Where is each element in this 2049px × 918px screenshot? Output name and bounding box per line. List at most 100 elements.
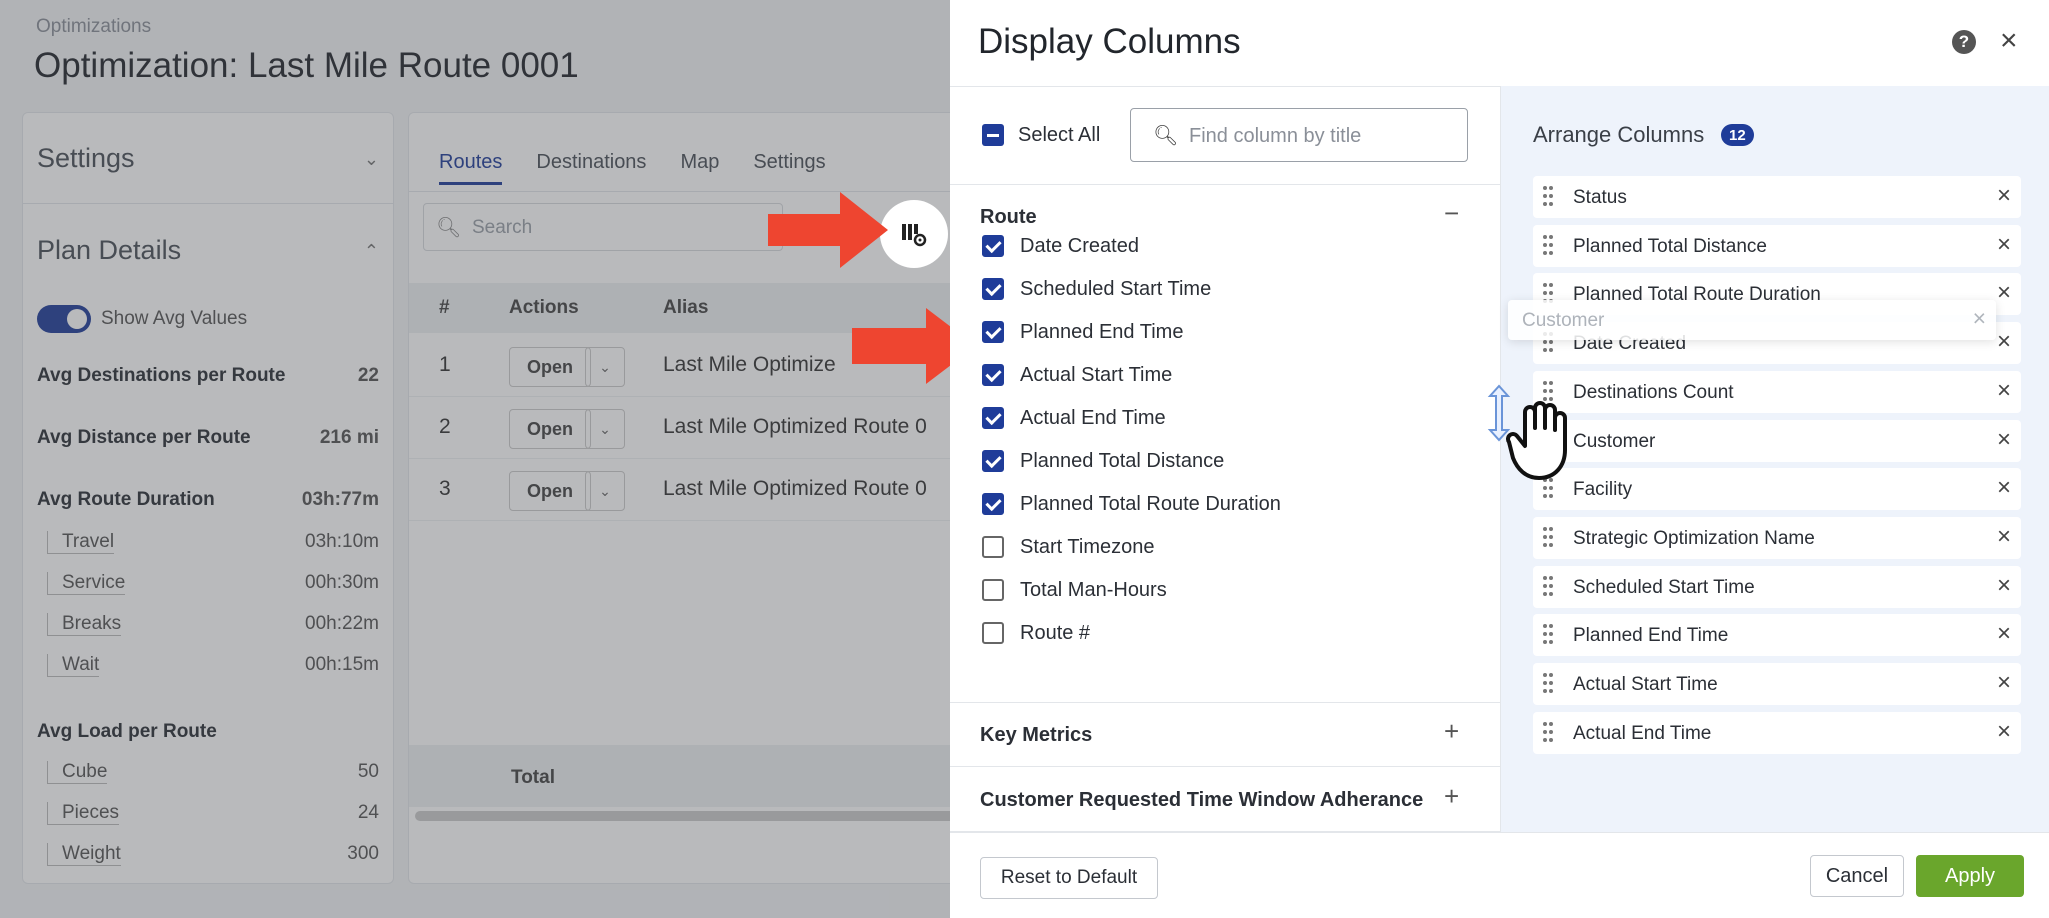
key-metrics-header[interactable]: Key Metrics bbox=[980, 724, 1092, 747]
arranged-column-label: Actual End Time bbox=[1573, 722, 1712, 744]
arranged-column-item[interactable]: Destinations Count × bbox=[1533, 370, 2021, 413]
column-option-label: Start Timezone bbox=[1020, 535, 1155, 558]
remove-column-icon[interactable]: × bbox=[1997, 474, 2011, 502]
arranged-column-label: Planned Total Distance bbox=[1573, 235, 1767, 257]
column-option[interactable]: Actual Start Time bbox=[982, 361, 1172, 389]
expand-plus-icon[interactable]: + bbox=[1444, 716, 1459, 747]
column-option-label: Date Created bbox=[1020, 234, 1139, 257]
drag-handle-icon[interactable] bbox=[1543, 673, 1553, 695]
arranged-column-label: Planned End Time bbox=[1573, 625, 1729, 647]
arranged-column-label: Destinations Count bbox=[1573, 381, 1734, 403]
apply-button[interactable]: Apply bbox=[1916, 855, 2024, 897]
select-all-label[interactable]: Select All bbox=[1018, 124, 1100, 147]
close-icon: × bbox=[1972, 305, 1986, 331]
search-icon: 🔍︎ bbox=[1153, 125, 1179, 147]
column-option-label: Planned Total Route Duration bbox=[1020, 492, 1281, 515]
arranged-column-item[interactable]: Actual End Time × bbox=[1533, 711, 2021, 754]
column-checkbox[interactable] bbox=[982, 493, 1004, 515]
column-option-label: Route # bbox=[1020, 621, 1091, 644]
remove-column-icon[interactable]: × bbox=[1997, 279, 2011, 307]
column-option[interactable]: Start Timezone bbox=[982, 533, 1155, 561]
column-checkbox[interactable] bbox=[982, 536, 1004, 558]
drawer-title: Display Columns bbox=[978, 22, 1241, 61]
modal-overlay[interactable] bbox=[0, 0, 950, 918]
column-checkbox[interactable] bbox=[982, 364, 1004, 386]
drawer-footer: Reset to Default Cancel Apply bbox=[950, 832, 2049, 918]
remove-column-icon[interactable]: × bbox=[1997, 523, 2011, 551]
drag-handle-icon[interactable] bbox=[1543, 526, 1553, 549]
column-option[interactable]: Planned Total Route Duration bbox=[982, 490, 1281, 518]
route-group-header[interactable]: Route bbox=[980, 206, 1037, 229]
arranged-column-item[interactable]: Customer × bbox=[1533, 419, 2021, 462]
arrange-columns-title: Arrange Columns bbox=[1533, 122, 1705, 147]
column-checkbox[interactable] bbox=[982, 579, 1004, 601]
drag-handle-icon[interactable] bbox=[1543, 624, 1553, 646]
column-option-label: Scheduled Start Time bbox=[1020, 277, 1212, 300]
arranged-column-item[interactable]: Planned Total Distance × bbox=[1533, 224, 2021, 267]
display-columns-drawer: Display Columns ? × Select All 🔍︎ Find c… bbox=[950, 0, 2049, 918]
drag-handle-icon[interactable] bbox=[1543, 186, 1553, 208]
column-option[interactable]: Total Man-Hours bbox=[982, 576, 1167, 604]
find-placeholder: Find column by title bbox=[1189, 125, 1362, 147]
divider bbox=[950, 184, 1500, 185]
remove-column-icon[interactable]: × bbox=[1997, 620, 2011, 648]
arranged-column-label: Customer bbox=[1573, 430, 1656, 452]
reset-to-default-button[interactable]: Reset to Default bbox=[980, 857, 1158, 899]
expand-plus-icon[interactable]: + bbox=[1444, 781, 1459, 812]
column-checkbox[interactable] bbox=[982, 450, 1004, 472]
drag-handle-icon[interactable] bbox=[1543, 234, 1553, 257]
dragging-item[interactable]: Customer × bbox=[1508, 300, 1996, 340]
column-checkbox[interactable] bbox=[982, 235, 1004, 257]
arranged-column-label: Status bbox=[1573, 187, 1627, 208]
column-option[interactable]: Planned Total Distance bbox=[982, 447, 1224, 475]
remove-column-icon[interactable]: × bbox=[1997, 231, 2011, 259]
remove-column-icon[interactable]: × bbox=[1997, 377, 2011, 405]
help-icon[interactable]: ? bbox=[1952, 30, 1976, 54]
column-option[interactable]: Date Created bbox=[982, 232, 1139, 260]
arranged-column-label: Facility bbox=[1573, 479, 1633, 501]
column-option[interactable]: Planned End Time bbox=[982, 318, 1183, 346]
arranged-column-label: Actual Start Time bbox=[1573, 674, 1718, 695]
drag-handle-icon[interactable] bbox=[1543, 721, 1553, 744]
arrange-columns-pane: Arrange Columns 12 Status × Planned Total … bbox=[1500, 86, 2049, 832]
find-column-input[interactable]: 🔍︎ Find column by title bbox=[1130, 108, 1468, 162]
adherance-header[interactable]: Customer Requested Time Window Adherance bbox=[980, 789, 1423, 812]
arranged-column-item[interactable]: Scheduled Start Time × bbox=[1533, 565, 2021, 608]
column-checkbox[interactable] bbox=[982, 278, 1004, 300]
remove-column-icon[interactable]: × bbox=[1997, 718, 2011, 746]
arranged-column-label: Scheduled Start Time bbox=[1573, 576, 1755, 598]
drag-handle-icon[interactable] bbox=[1543, 575, 1553, 598]
column-selection-pane: Select All 🔍︎ Find column by title Route… bbox=[950, 86, 1500, 832]
select-all-checkbox[interactable] bbox=[982, 124, 1004, 146]
remove-column-icon[interactable]: × bbox=[1997, 669, 2011, 697]
column-option[interactable]: Actual End Time bbox=[982, 404, 1166, 432]
column-option-label: Total Man-Hours bbox=[1020, 578, 1167, 601]
collapse-minus-icon[interactable]: − bbox=[1444, 198, 1459, 229]
remove-column-icon[interactable]: × bbox=[1997, 426, 2011, 454]
grab-hand-icon bbox=[1506, 401, 1567, 480]
column-option-label: Actual Start Time bbox=[1020, 363, 1173, 386]
column-option[interactable]: Route # bbox=[982, 619, 1090, 647]
arranged-column-item[interactable]: Planned End Time × bbox=[1533, 614, 2021, 657]
arranged-column-item[interactable]: Status × bbox=[1533, 176, 2021, 218]
remove-column-icon[interactable]: × bbox=[1997, 328, 2011, 356]
column-checkbox[interactable] bbox=[982, 407, 1004, 429]
arranged-column-item[interactable]: Actual Start Time × bbox=[1533, 663, 2021, 705]
arranged-column-item[interactable]: Strategic Optimization Name × bbox=[1533, 516, 2021, 559]
column-checkbox[interactable] bbox=[982, 622, 1004, 644]
arranged-column-label: Strategic Optimization Name bbox=[1573, 527, 1815, 549]
background-page: Optimizations Optimization: Last Mile Ro… bbox=[0, 0, 950, 918]
columns-gear-icon bbox=[902, 224, 927, 247]
column-option[interactable]: Scheduled Start Time bbox=[982, 275, 1211, 303]
divider bbox=[950, 766, 1500, 767]
divider bbox=[950, 702, 1500, 703]
column-checkbox[interactable] bbox=[982, 321, 1004, 343]
column-option-label: Planned End Time bbox=[1020, 320, 1184, 343]
close-icon[interactable]: × bbox=[2000, 24, 2018, 58]
annotation-arrow-icon bbox=[768, 192, 888, 268]
remove-column-icon[interactable]: × bbox=[1997, 182, 2011, 210]
arranged-column-item[interactable]: Facility × bbox=[1533, 468, 2021, 511]
cancel-button[interactable]: Cancel bbox=[1810, 855, 1904, 897]
remove-column-icon[interactable]: × bbox=[1997, 572, 2011, 600]
column-settings-icon[interactable] bbox=[880, 200, 948, 268]
